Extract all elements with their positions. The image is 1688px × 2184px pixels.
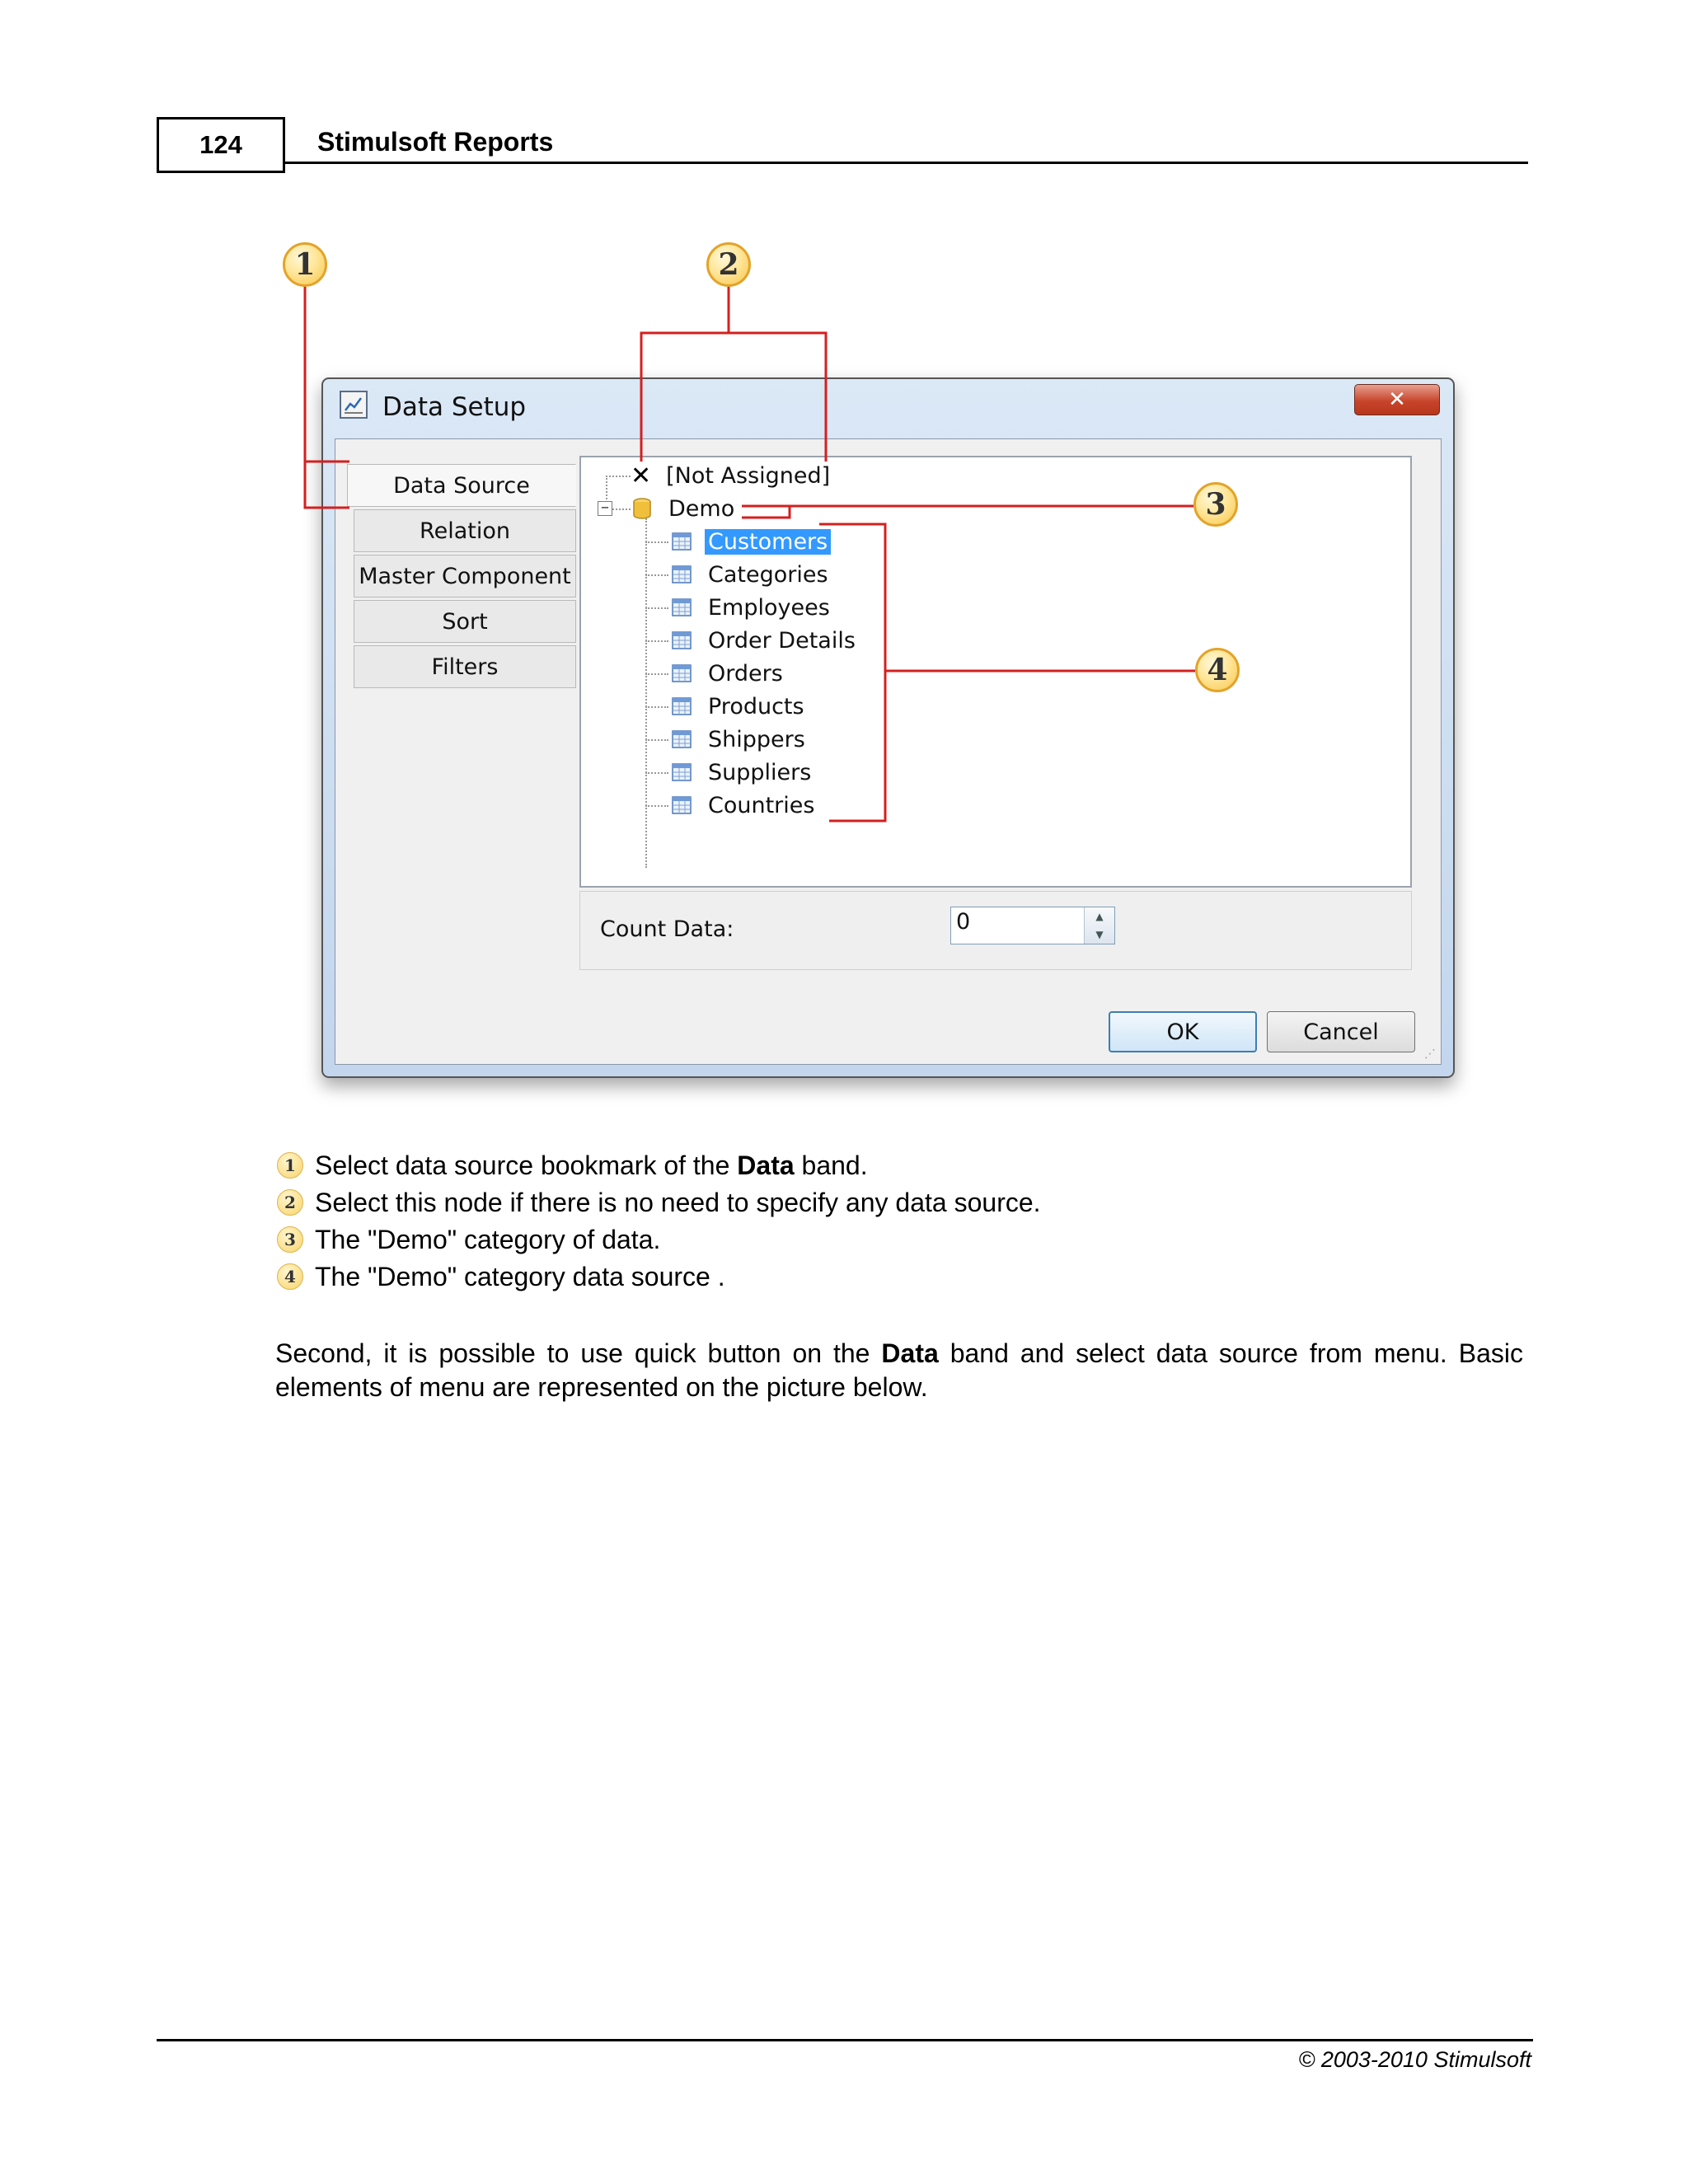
tree-node-data-source[interactable]: Suppliers [670,757,814,787]
data-setup-dialog: Data Setup ✕ Data Source Relation Master… [321,377,1455,1078]
tree-node-label: Employees [708,594,830,621]
legend-badge: 4 [277,1263,303,1290]
tree-connector [645,541,668,543]
tree-connector [645,706,668,708]
count-data-input[interactable]: 0 ▲ ▼ [950,907,1115,944]
tree-node-label: [Not Assigned] [666,462,831,489]
table-icon [672,565,692,583]
paragraph-line-2: elements of menu are represented on the … [275,1372,928,1402]
data-setup-icon [340,391,368,419]
paragraph-line-1: Second, it is possible to use quick butt… [275,1338,1524,1368]
footer-rule [157,2039,1533,2041]
legend-badge: 3 [277,1226,303,1253]
legend-text: Select this node if there is no need to … [315,1188,1041,1217]
tree-connector [645,739,668,741]
tree-connector [645,607,668,609]
tree-node-label: Demo [668,495,735,522]
callout-2: 2 [706,242,751,287]
tree-node-label: Shippers [708,726,805,752]
count-data-panel: Count Data: 0 ▲ ▼ [579,891,1412,970]
spin-up-icon[interactable]: ▲ [1085,907,1114,926]
count-data-label: Count Data: [600,916,734,942]
dialog-figure: 1 2 3 4 Data Setup ✕ Data Source Relatio… [0,0,1688,1121]
data-source-tree[interactable]: − ✕ [Not Assigned] Demo Customers Categor… [579,456,1412,888]
tree-node-label: Suppliers [708,759,812,785]
table-icon [672,598,692,616]
callout-1: 1 [283,242,327,287]
tree-connector [645,772,668,774]
callout-3: 3 [1193,482,1238,527]
dialog-titlebar[interactable]: Data Setup ✕ [323,379,1453,438]
body-paragraph: Second, it is possible to use quick butt… [275,1337,1523,1404]
tree-connector [645,805,668,807]
tree-connector [645,673,668,675]
tree-connector [645,640,668,642]
not-assigned-x-icon: ✕ [631,461,652,490]
tree-node-data-source[interactable]: Shippers [670,724,809,754]
table-icon [672,763,692,781]
table-icon [672,631,692,649]
tab-master-component[interactable]: Master Component [354,555,576,598]
legend-text: The "Demo" category data source . [315,1262,725,1291]
database-icon [633,498,651,519]
ok-button[interactable]: OK [1109,1011,1257,1052]
tree-node-label: Products [708,693,804,719]
tab-relation[interactable]: Relation [354,509,576,552]
close-button[interactable]: ✕ [1354,384,1440,415]
tree-node-data-source[interactable]: Orders [670,658,786,688]
cancel-button[interactable]: Cancel [1267,1011,1415,1052]
tab-data-source[interactable]: Data Source [347,464,576,507]
resize-grip-icon[interactable]: ⋰ [1424,1047,1436,1061]
table-icon [672,697,692,715]
tree-connector [606,476,631,477]
tab-list: Data Source Relation Master Component So… [347,464,576,691]
dialog-client-area: Data Source Relation Master Component So… [335,438,1442,1065]
tree-node-data-source[interactable]: Order Details [670,626,859,655]
tree-node-label: Orders [708,660,783,687]
tree-node-label: Categories [708,561,828,588]
tree-node-data-source[interactable]: Categories [670,560,832,589]
legend-badge: 1 [277,1152,303,1179]
tree-connector [645,574,668,576]
close-icon: ✕ [1388,387,1406,412]
legend-text: Select data source bookmark of the Data … [315,1151,868,1180]
tree-node-data-source[interactable]: Products [670,691,808,721]
tab-sort[interactable]: Sort [354,600,576,643]
table-icon [672,664,692,682]
tree-connector [612,509,631,510]
tree-node-data-source[interactable]: Employees [670,593,833,622]
count-data-spinner[interactable]: ▲ ▼ [1084,907,1114,944]
callout-4: 4 [1195,648,1240,692]
footer-copyright: © 2003-2010 Stimulsoft [1298,2047,1531,2072]
table-icon [672,730,692,748]
tree-connector [645,518,647,868]
tree-node-not-assigned[interactable]: ✕ [Not Assigned] [631,461,833,490]
spin-down-icon[interactable]: ▼ [1085,926,1114,944]
count-data-value: 0 [956,909,971,935]
dialog-title: Data Setup [382,392,527,422]
tree-node-data-source[interactable]: Countries [670,790,818,820]
table-icon [672,532,692,551]
legend-text: The "Demo" category of data. [315,1225,661,1254]
tree-node-label: Order Details [708,627,856,654]
tree-node-demo[interactable]: Demo [631,494,738,523]
tree-node-label: Customers [705,528,832,555]
table-icon [672,796,692,814]
tree-node-data-source[interactable]: Customers [670,527,832,556]
tab-filters[interactable]: Filters [354,645,576,688]
legend-badge: 2 [277,1189,303,1216]
tree-node-label: Countries [708,792,815,818]
demo-collapse-toggle[interactable]: − [598,501,612,516]
